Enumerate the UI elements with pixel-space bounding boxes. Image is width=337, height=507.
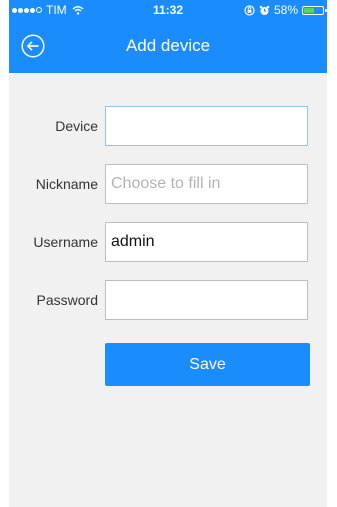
nav-bar: Add device	[9, 20, 327, 73]
username-input[interactable]	[105, 222, 308, 262]
status-right: 58%	[244, 3, 327, 17]
status-bar: TIM 11:32 58%	[9, 0, 327, 20]
battery-icon	[302, 5, 327, 15]
battery-tip	[325, 8, 327, 12]
page-title: Add device	[125, 36, 211, 55]
nickname-label: Nickname	[35, 176, 98, 192]
header: TIM 11:32 58% Add device	[9, 0, 327, 73]
device-label: Device	[55, 118, 98, 134]
save-button[interactable]: Save	[105, 343, 310, 386]
alarm-icon	[259, 5, 270, 15]
rotation-lock-icon	[244, 4, 255, 16]
app-screen: TIM 11:32 58% Add device Device Nickname…	[9, 0, 327, 507]
username-label: Username	[33, 234, 98, 250]
battery-fill	[304, 7, 314, 13]
battery-percent: 58%	[273, 3, 298, 17]
password-input[interactable]	[105, 280, 308, 320]
nickname-input[interactable]	[105, 164, 308, 204]
password-label: Password	[36, 292, 98, 308]
device-input[interactable]	[105, 106, 308, 146]
